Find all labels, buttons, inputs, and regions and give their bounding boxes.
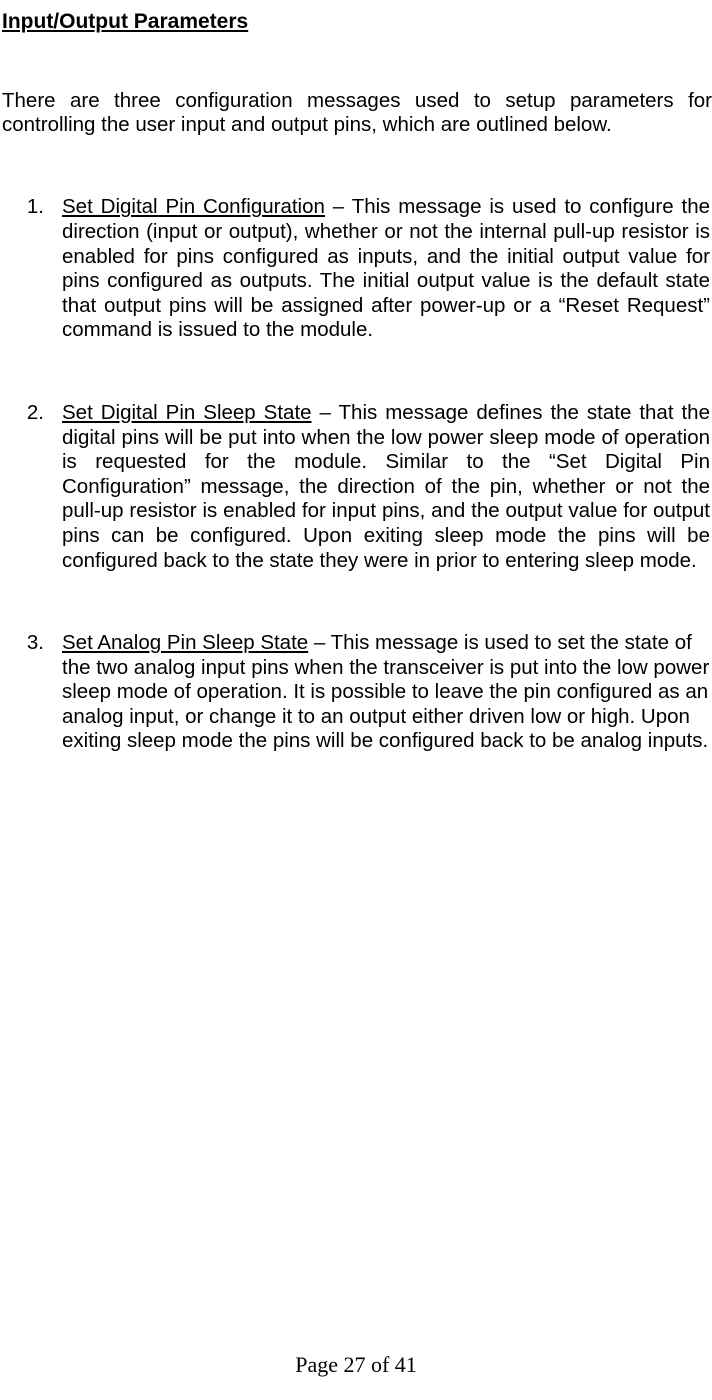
numbered-list: 1. Set Digital Pin Configuration – This … bbox=[2, 195, 710, 754]
list-item: 3. Set Analog Pin Sleep State – This mes… bbox=[2, 631, 710, 754]
item-term: Set Analog Pin Sleep State bbox=[62, 631, 308, 654]
item-term: Set Digital Pin Sleep State bbox=[62, 401, 312, 424]
intro-paragraph: There are three configuration messages u… bbox=[2, 89, 712, 137]
item-rest: – This message defines the state that th… bbox=[62, 401, 710, 572]
item-body: Set Analog Pin Sleep State – This messag… bbox=[62, 631, 710, 754]
section-heading: Input/Output Parameters bbox=[2, 10, 712, 34]
item-number: 3. bbox=[2, 631, 62, 754]
item-number: 1. bbox=[2, 195, 62, 343]
list-item: 2. Set Digital Pin Sleep State – This me… bbox=[2, 401, 710, 573]
item-number: 2. bbox=[2, 401, 62, 573]
item-body: Set Digital Pin Sleep State – This messa… bbox=[62, 401, 710, 573]
page-footer: Page 27 of 41 bbox=[0, 1352, 712, 1378]
list-item: 1. Set Digital Pin Configuration – This … bbox=[2, 195, 710, 343]
document-page: Input/Output Parameters There are three … bbox=[0, 0, 712, 1400]
item-term: Set Digital Pin Configuration bbox=[62, 195, 325, 218]
item-body: Set Digital Pin Configuration – This mes… bbox=[62, 195, 710, 343]
